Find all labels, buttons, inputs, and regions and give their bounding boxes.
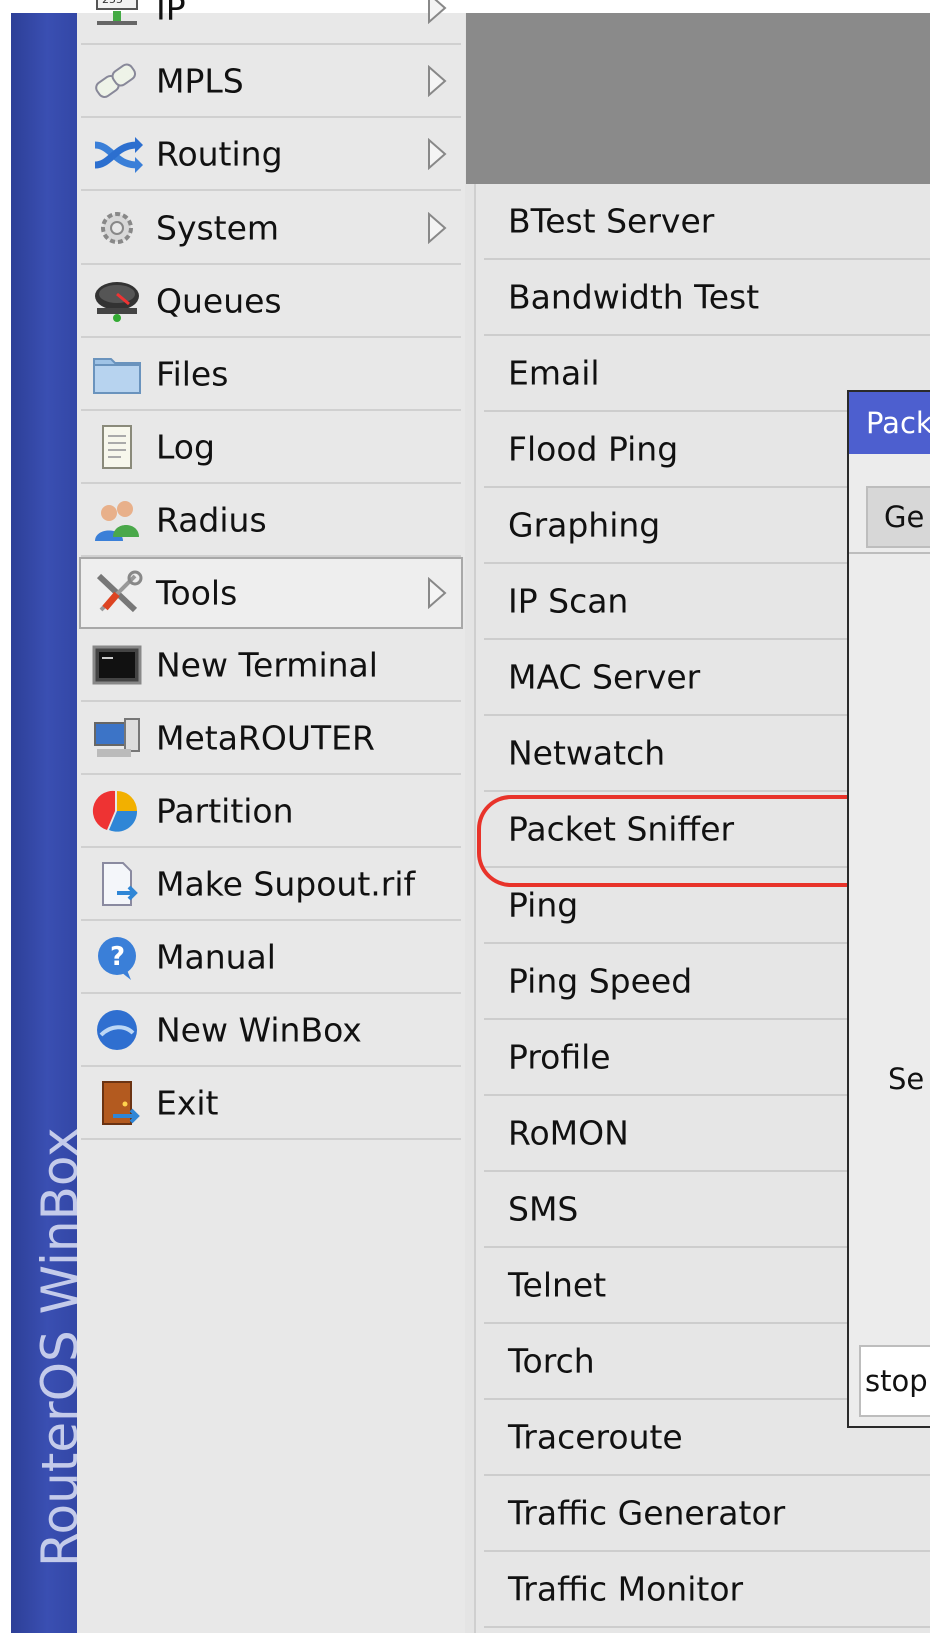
menu-item-label: Queues: [156, 281, 282, 321]
menu-item-mpls[interactable]: MPLS: [81, 46, 461, 118]
menu-item-radius[interactable]: Radius: [81, 485, 461, 557]
menu-item-label: Files: [156, 354, 229, 394]
menu-item-files[interactable]: Files: [81, 339, 461, 411]
packet-sniffer-window[interactable]: Pack Ge Se stop: [847, 390, 930, 1428]
submenu-item-bandwidth-test[interactable]: Bandwidth Test: [484, 260, 930, 336]
submenu-item-label: Telnet: [508, 1265, 607, 1305]
log-icon: [91, 424, 143, 470]
submenu-item-label: Traffic Monitor: [508, 1569, 744, 1609]
menu-item-label: MPLS: [156, 61, 244, 101]
menu-item-label: New Terminal: [156, 645, 378, 685]
help-icon: ?: [91, 934, 143, 980]
menu-item-make-supout-rif[interactable]: Make Supout.rif: [81, 849, 461, 921]
submenu-arrow-icon: [426, 211, 448, 245]
menu-item-label: MetaROUTER: [156, 718, 375, 758]
menu-item-ip[interactable]: 255 IP: [81, 0, 461, 45]
screen: RouterOS WinBox 255 IP MPLS Routing System Qu…: [0, 0, 930, 1633]
menu-item-label: Tools: [156, 573, 238, 613]
system-gear-icon: [91, 205, 143, 251]
submenu-item-label: Traffic Generator: [508, 1493, 786, 1533]
menu-item-label: Exit: [156, 1083, 219, 1123]
metarouter-icon: [91, 715, 143, 761]
radius-users-icon: [91, 497, 143, 543]
tools-icon: [91, 570, 143, 616]
menu-item-label: Manual: [156, 937, 276, 977]
menu-item-manual[interactable]: ? Manual: [81, 922, 461, 994]
menu-item-queues[interactable]: Queues: [81, 266, 461, 338]
submenu-item-label: BTest Server: [508, 201, 715, 241]
menu-item-label: System: [156, 208, 280, 248]
main-menu: 255 IP MPLS Routing System Queues Files Log Radi…: [77, 0, 465, 1633]
menu-item-exit[interactable]: Exit: [81, 1068, 461, 1140]
exit-door-icon: [91, 1080, 143, 1126]
menu-item-label: Log: [156, 427, 215, 467]
supout-file-icon: [91, 861, 143, 907]
menu-item-new-terminal[interactable]: New Terminal: [81, 630, 461, 702]
submenu-item-label: SMS: [508, 1189, 579, 1229]
submenu-item-label: Traceroute: [508, 1417, 683, 1457]
menu-item-label: Routing: [156, 134, 283, 174]
status-bar: stop: [859, 1345, 930, 1417]
terminal-icon: [91, 642, 143, 688]
submenu-item-btest-server[interactable]: BTest Server: [484, 184, 930, 260]
menu-item-system[interactable]: System: [81, 193, 461, 265]
svg-text:?: ?: [110, 942, 125, 972]
menu-item-new-winbox[interactable]: New WinBox: [81, 995, 461, 1067]
menu-item-label: Partition: [156, 791, 294, 831]
submenu-item-label: RoMON: [508, 1113, 629, 1153]
field-label: Se: [888, 1062, 925, 1096]
queues-icon: [91, 278, 143, 324]
folder-icon: [91, 351, 143, 397]
submenu-arrow-icon: [426, 0, 448, 25]
menu-item-metarouter[interactable]: MetaROUTER: [81, 703, 461, 775]
menu-item-tools[interactable]: Tools: [79, 557, 463, 629]
submenu-item-label: MAC Server: [508, 657, 701, 697]
submenu-item-label: Flood Ping: [508, 429, 679, 469]
submenu-item-label: Ping: [508, 885, 579, 925]
routing-icon: [91, 131, 143, 177]
submenu-arrow-icon: [426, 64, 448, 98]
submenu-item-label: IP Scan: [508, 581, 629, 621]
menu-item-label: New WinBox: [156, 1010, 362, 1050]
workspace-area: [466, 13, 930, 184]
menu-item-label: Radius: [156, 500, 267, 540]
submenu-item-traffic-monitor[interactable]: Traffic Monitor: [484, 1552, 930, 1628]
partition-icon: [91, 788, 143, 834]
tab-general[interactable]: Ge: [866, 486, 930, 548]
submenu-item-label: Ping Speed: [508, 961, 693, 1001]
menu-item-label: Make Supout.rif: [156, 864, 416, 904]
menu-item-routing[interactable]: Routing: [81, 119, 461, 191]
tab-divider: [849, 552, 930, 554]
menu-item-label: IP: [156, 0, 186, 28]
submenu-item-label: Graphing: [508, 505, 661, 545]
submenu-item-label: Bandwidth Test: [508, 277, 760, 317]
winbox-icon: [91, 1007, 143, 1053]
submenu-arrow-icon: [426, 576, 448, 610]
svg-text:255: 255: [102, 0, 123, 6]
brand-sidebar: RouterOS WinBox: [11, 13, 89, 1633]
mpls-icon: [91, 58, 143, 104]
submenu-item-label: Email: [508, 353, 600, 393]
menu-item-partition[interactable]: Partition: [81, 776, 461, 848]
submenu-item-label: Torch: [508, 1341, 595, 1381]
submenu-arrow-icon: [426, 137, 448, 171]
submenu-item-label: Netwatch: [508, 733, 666, 773]
submenu-item-label: Profile: [508, 1037, 611, 1077]
menu-item-log[interactable]: Log: [81, 412, 461, 484]
window-title[interactable]: Pack: [849, 392, 930, 454]
submenu-item-traffic-generator[interactable]: Traffic Generator: [484, 1476, 930, 1552]
packet-sniffer-highlight-circle: [477, 795, 897, 887]
ip-icon: 255: [91, 0, 143, 31]
